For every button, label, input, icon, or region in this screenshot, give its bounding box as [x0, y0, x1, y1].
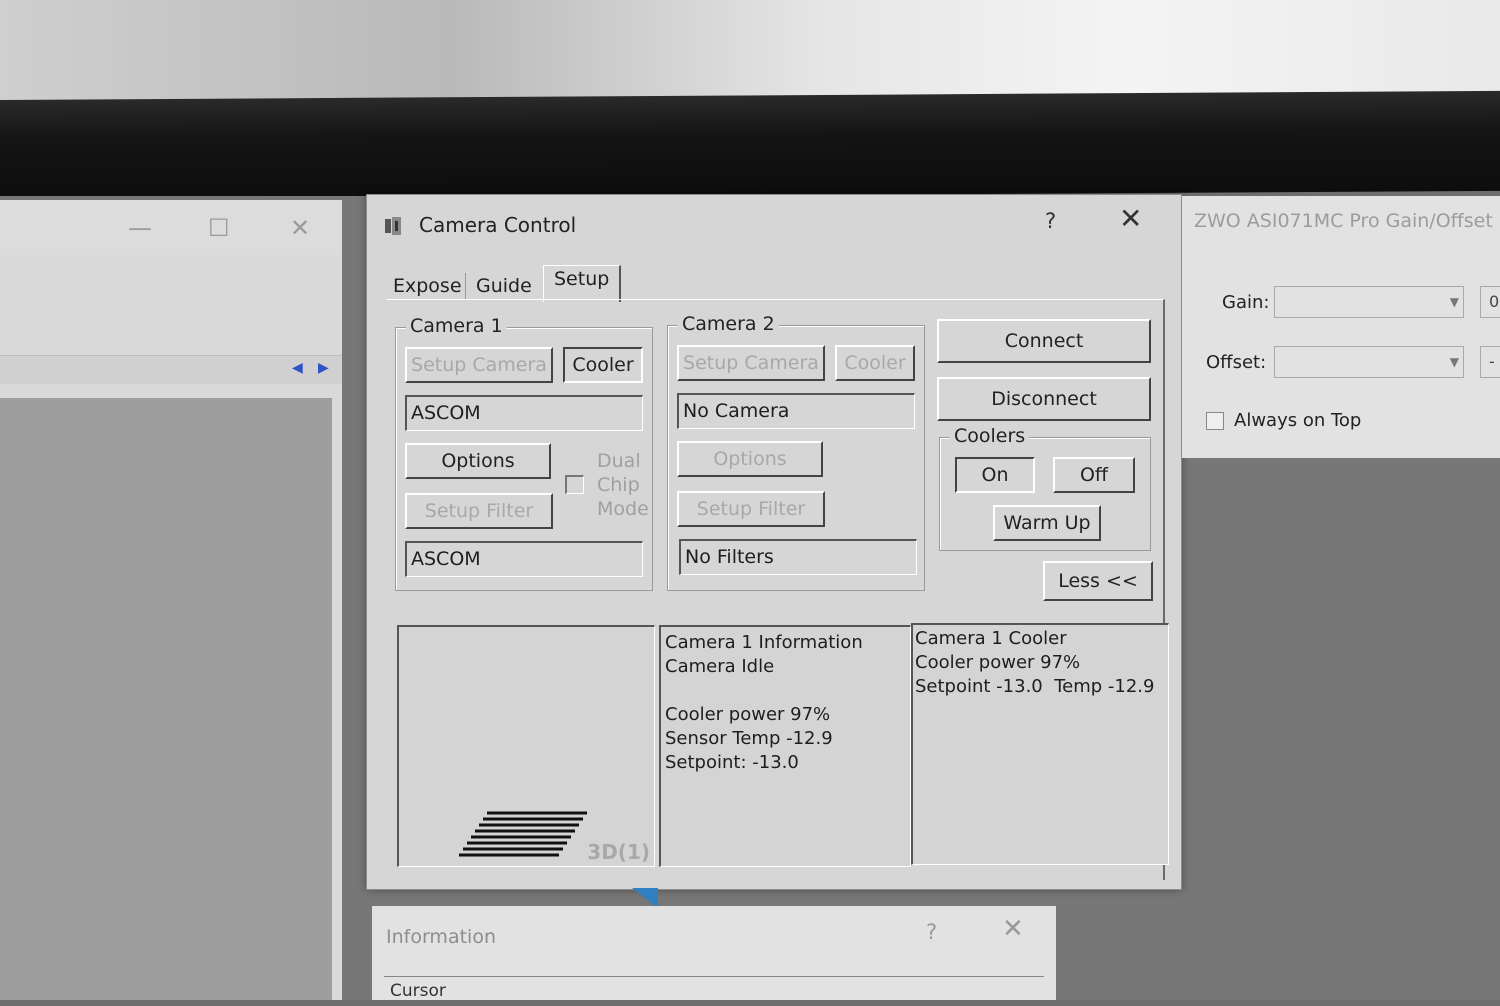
maximize-icon[interactable]: ☐ — [208, 214, 230, 242]
camera2-setup-filter-button[interactable]: Setup Filter — [677, 491, 825, 527]
camera1-setup-camera-button[interactable]: Setup Camera — [405, 347, 553, 383]
camera1-camera-field[interactable]: ASCOM — [405, 395, 643, 431]
camera2-options-button[interactable]: Options — [677, 441, 823, 477]
tab-setup[interactable]: Setup — [543, 265, 622, 302]
gain-offset-window: ZWO ASI071MC Pro Gain/Offset Gain: ▼ 0 O… — [1182, 196, 1500, 458]
left-window-titlebar: — ☐ ✕ — [0, 200, 342, 255]
gain-window-title: ZWO ASI071MC Pro Gain/Offset — [1194, 210, 1493, 232]
camera2-filter-field[interactable]: No Filters — [679, 539, 917, 575]
tab-expose[interactable]: Expose — [383, 273, 472, 299]
camera-information-panel: Camera 1 Information Camera Idle Cooler … — [659, 625, 911, 867]
stack-graphic-icon — [459, 811, 587, 857]
dual-chip-mode-label: Dual Chip Mode — [597, 449, 649, 521]
close-icon[interactable]: ✕ — [290, 214, 310, 242]
disconnect-button[interactable]: Disconnect — [937, 377, 1151, 421]
camera1-filter-field[interactable]: ASCOM — [405, 541, 643, 577]
monitor-bezel — [0, 90, 1500, 200]
gain-value-field[interactable]: 0 — [1480, 286, 1500, 318]
chevron-down-icon: ▼ — [1449, 295, 1459, 309]
offset-label: Offset: — [1206, 352, 1267, 373]
offset-value-field[interactable]: - — [1480, 346, 1500, 378]
left-window-toolbar: ◀ ▶ — [0, 355, 342, 384]
3d-badge: 3D(1) — [587, 840, 650, 864]
gain-label: Gain: — [1222, 292, 1270, 313]
help-icon[interactable]: ? — [926, 920, 937, 944]
scroll-right-icon[interactable]: ▶ — [318, 360, 329, 376]
chip-text: Chip — [597, 474, 640, 496]
information-window-title: Information — [386, 926, 496, 948]
left-window-canvas — [0, 398, 332, 1000]
camera-control-dialog: Camera Control ? ✕ Expose Guide Setup Ca… — [366, 194, 1182, 890]
coolers-on-button[interactable]: On — [955, 457, 1035, 493]
camera2-setup-camera-button[interactable]: Setup Camera — [677, 345, 825, 381]
preview-panel: 3D(1) — [397, 625, 655, 867]
info-line: Camera Idle — [665, 656, 775, 677]
chevron-down-icon: ▼ — [1449, 355, 1459, 369]
camera2-cooler-button[interactable]: Cooler — [835, 345, 915, 381]
camera2-label: Camera 2 — [678, 313, 779, 335]
tab-guide[interactable]: Guide — [465, 273, 542, 299]
gain-dropdown[interactable]: ▼ — [1274, 286, 1464, 318]
camera1-setup-filter-button[interactable]: Setup Filter — [405, 493, 553, 529]
always-on-top-checkbox[interactable] — [1206, 412, 1224, 430]
camera2-camera-field[interactable]: No Camera — [677, 393, 915, 429]
info-line: Camera 1 Information — [665, 632, 863, 653]
cooler-line: Camera 1 Cooler — [915, 628, 1067, 649]
camera1-label: Camera 1 — [406, 315, 507, 337]
window-marker — [632, 888, 658, 908]
warm-up-button[interactable]: Warm Up — [993, 505, 1101, 541]
cooler-line: Cooler power 97% — [915, 652, 1081, 673]
close-icon[interactable]: ✕ — [1002, 916, 1024, 942]
offset-dropdown[interactable]: ▼ — [1274, 346, 1464, 378]
help-icon[interactable]: ? — [1045, 209, 1056, 233]
coolers-label: Coolers — [950, 425, 1030, 447]
cursor-field: Cursor — [384, 976, 1044, 1006]
connect-button[interactable]: Connect — [937, 319, 1151, 363]
camera-app-icon — [385, 217, 401, 235]
info-line: Cooler power 97% — [665, 704, 831, 725]
cooler-line: Setpoint -13.0 Temp -12.9 — [915, 676, 1155, 697]
less-button[interactable]: Less << — [1043, 561, 1153, 601]
scroll-left-icon[interactable]: ◀ — [292, 360, 303, 376]
dialog-title: Camera Control — [419, 213, 577, 237]
info-line: Setpoint: -13.0 — [665, 752, 799, 773]
information-window: Information ? ✕ Cursor — [372, 906, 1056, 1001]
close-icon[interactable]: ✕ — [1119, 205, 1142, 233]
camera-cooler-panel: Camera 1 Cooler Cooler power 97% Setpoin… — [911, 623, 1169, 865]
info-line: Sensor Temp -12.9 — [665, 728, 833, 749]
left-window: — ☐ ✕ ◀ ▶ — [0, 200, 342, 1000]
camera1-cooler-button[interactable]: Cooler — [563, 347, 643, 383]
minimize-icon[interactable]: — — [128, 214, 152, 242]
dual-text: Dual — [597, 450, 641, 472]
info-line — [665, 679, 910, 703]
always-on-top-label: Always on Top — [1234, 410, 1362, 431]
camera1-options-button[interactable]: Options — [405, 443, 551, 479]
coolers-off-button[interactable]: Off — [1053, 457, 1135, 493]
mode-text: Mode — [597, 498, 649, 520]
dual-chip-mode-checkbox[interactable] — [565, 475, 584, 494]
